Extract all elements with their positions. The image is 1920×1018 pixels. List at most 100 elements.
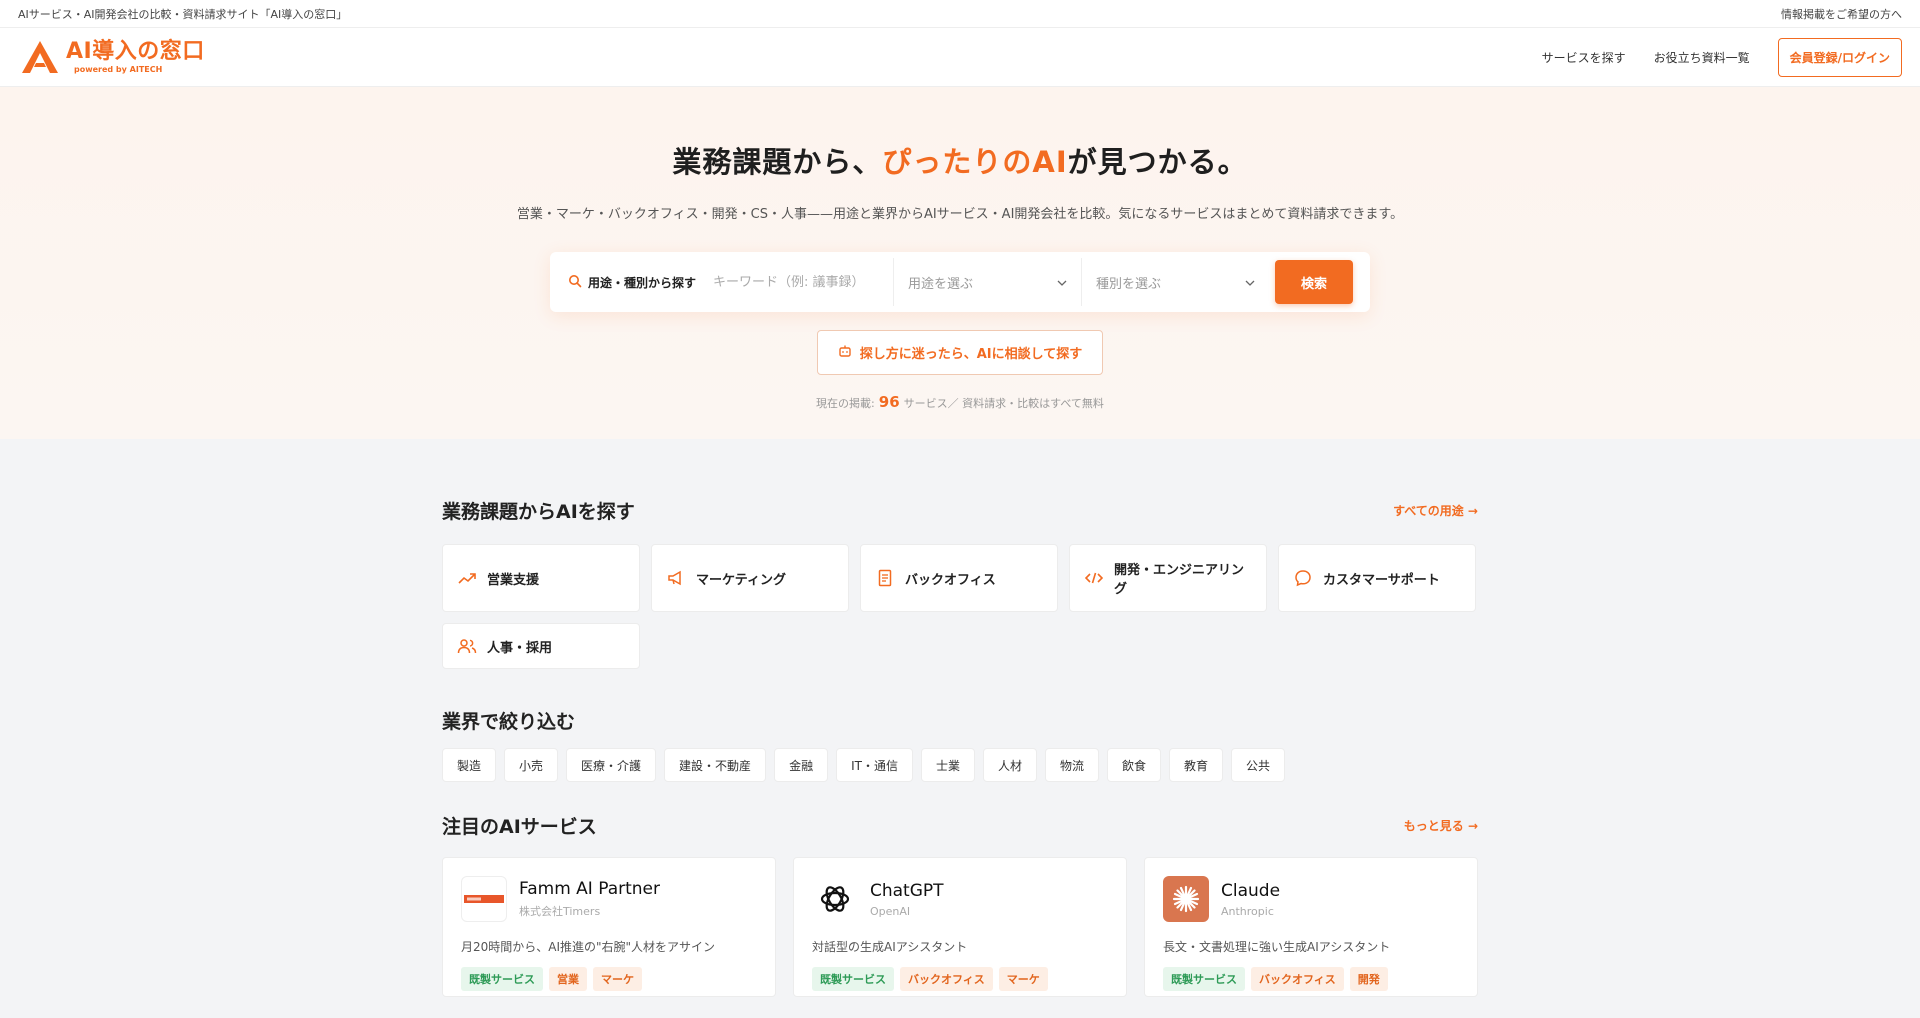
service-company: Anthropic xyxy=(1221,904,1274,918)
purpose-hr[interactable]: 人事・採用 xyxy=(442,623,640,669)
service-tags: 既製サービス バックオフィス 開発 xyxy=(1163,967,1459,991)
tag: 開発 xyxy=(1349,967,1388,991)
megaphone-icon xyxy=(666,568,686,588)
service-card-claude[interactable]: Claude Anthropic 長文・文書処理に強い生成AIアシスタント 既製… xyxy=(1144,857,1478,997)
industry-chip[interactable]: IT・通信 xyxy=(836,748,913,782)
tag: 既製サービス xyxy=(461,967,543,991)
service-tags: 既製サービス 営業 マーケ xyxy=(461,967,757,991)
main-nav: サービスを探す お役立ち資料一覧 会員登録/ログイン xyxy=(1542,37,1902,77)
claude-logo-icon xyxy=(1163,876,1209,922)
hero-title-post: が見つかる。 xyxy=(1067,145,1248,179)
stats-suffix: サービス／ 資料請求・比較はすべて無料 xyxy=(903,397,1104,410)
industry-chip[interactable]: 製造 xyxy=(442,748,497,782)
purpose-sales[interactable]: 営業支援 xyxy=(442,544,640,612)
tag: マーケ xyxy=(998,967,1048,991)
service-description: 対話型の生成AIアシスタント xyxy=(812,940,968,954)
openai-logo-icon xyxy=(812,876,858,922)
famm-logo-icon xyxy=(461,876,507,922)
tag: バックオフィス xyxy=(900,967,993,991)
service-card-famm[interactable]: Famm AI Partner 株式会社Timers 月20時間から、AI推進の… xyxy=(442,857,776,997)
tag: 営業 xyxy=(549,967,587,991)
featured-cards: Famm AI Partner 株式会社Timers 月20時間から、AI推進の… xyxy=(442,857,1478,997)
service-name: Famm AI Partner xyxy=(519,879,660,899)
industry-chip[interactable]: 金融 xyxy=(774,748,829,782)
industry-section-title: 業界で絞り込む xyxy=(442,711,576,733)
search-icon xyxy=(568,274,582,291)
service-description: 月20時間から、AI推進の"右腕"人材をアサイン xyxy=(461,940,716,954)
site-header: AI導入の窓口 powered by AITECH サービスを探す お役立ち資料… xyxy=(0,28,1920,87)
keyword-input[interactable] xyxy=(713,274,893,290)
industry-chip[interactable]: 医療・介護 xyxy=(566,748,657,782)
code-icon xyxy=(1084,568,1104,588)
purpose-select[interactable]: 用途を選ぶ xyxy=(893,258,1081,306)
purpose-section-title: 業務課題からAIを探す xyxy=(442,501,635,523)
industry-chip[interactable]: 教育 xyxy=(1169,748,1224,782)
industry-chip[interactable]: 公共 xyxy=(1231,748,1286,782)
nav-find-services[interactable]: サービスを探す xyxy=(1542,49,1626,66)
tag: 既製サービス xyxy=(812,967,894,991)
chat-icon xyxy=(1293,568,1313,588)
hero-title: 業務課題から、ぴったりのAIが見つかる。 xyxy=(672,139,1247,181)
stats-prefix: 現在の掲載: xyxy=(816,397,875,410)
type-select[interactable]: 種別を選ぶ xyxy=(1081,258,1269,306)
tag: マーケ xyxy=(593,967,642,991)
purpose-backoffice[interactable]: バックオフィス xyxy=(860,544,1058,612)
service-company: OpenAI xyxy=(870,904,911,918)
document-icon xyxy=(875,568,895,588)
search-label-text: 用途・種別から探す xyxy=(588,275,697,290)
stats-count: 96 xyxy=(878,393,900,411)
industry-chip[interactable]: 士業 xyxy=(920,748,975,782)
see-more-link[interactable]: もっと見る → xyxy=(1404,817,1478,834)
logo-a-icon xyxy=(20,39,60,75)
industry-filter-list: 製造 小売 医療・介護 建設・不動産 金融 IT・通信 士業 人材 物流 飲食 … xyxy=(442,748,1478,782)
service-description: 長文・文書処理に強い生成AIアシスタント xyxy=(1163,940,1391,954)
robot-icon xyxy=(838,344,852,362)
site-logo[interactable]: AI導入の窓口 powered by AITECH xyxy=(20,39,205,75)
purpose-grid: 営業支援 マーケティング バックオフィス 開発・エンジニアリング カスタマーサポ… xyxy=(442,544,1478,669)
industry-chip[interactable]: 建設・不動産 xyxy=(664,748,767,782)
chevron-down-icon xyxy=(1245,275,1255,290)
service-name: ChatGPT xyxy=(870,880,944,901)
service-tags: 既製サービス バックオフィス マーケ xyxy=(812,967,1108,991)
type-select-value: 種別を選ぶ xyxy=(1096,276,1162,292)
search-button[interactable]: 検索 xyxy=(1275,260,1353,304)
purpose-section-header: 業務課題からAIを探す すべての用途 → xyxy=(442,497,1478,524)
all-purposes-link[interactable]: すべての用途 → xyxy=(1393,502,1478,519)
hero-subtitle: 営業・マーケ・バックオフィス・開発・CS・人事——用途と業界からAIサービス・A… xyxy=(516,207,1404,222)
search-panel: 用途・種別から探す 用途を選ぶ 種別を選ぶ 検索 xyxy=(550,252,1370,312)
purpose-label: バックオフィス xyxy=(905,572,996,588)
listing-inquiry-link[interactable]: 情報掲載をご希望の方へ xyxy=(1781,6,1902,22)
service-company: 株式会社Timers xyxy=(519,905,601,918)
tag: 既製サービス xyxy=(1163,967,1245,991)
purpose-marketing[interactable]: マーケティング xyxy=(651,544,849,612)
hero-section: 業務課題から、ぴったりのAIが見つかる。 営業・マーケ・バックオフィス・開発・C… xyxy=(0,87,1920,439)
trend-up-icon xyxy=(457,568,477,588)
nav-resources[interactable]: お役立ち資料一覧 xyxy=(1654,49,1750,66)
purpose-select-value: 用途を選ぶ xyxy=(908,276,974,292)
main-content: 業務課題からAIを探す すべての用途 → 営業支援 マーケティング バックオフィ… xyxy=(442,439,1478,997)
service-name: Claude xyxy=(1221,880,1281,901)
ai-consult-button[interactable]: 探し方に迷ったら、AIに相談して探す xyxy=(816,330,1104,375)
logo-text: AI導入の窓口 xyxy=(66,38,205,64)
featured-section-title: 注目のAIサービス xyxy=(442,816,597,838)
hero-title-accent: ぴったりのAI xyxy=(882,145,1068,179)
hero-title-pre: 業務課題から、 xyxy=(672,145,883,179)
users-icon xyxy=(457,636,477,656)
industry-chip[interactable]: 人材 xyxy=(982,748,1037,782)
login-button[interactable]: 会員登録/ログイン xyxy=(1777,37,1902,77)
purpose-customer-support[interactable]: カスタマーサポート xyxy=(1278,544,1476,612)
purpose-label: 開発・エンジニアリング xyxy=(1114,563,1245,597)
industry-chip[interactable]: 物流 xyxy=(1044,748,1099,782)
site-tagline: AIサービス・AI開発会社の比較・資料請求サイト「AI導入の窓口」 xyxy=(18,7,348,21)
featured-section-header: 注目のAIサービス もっと見る → xyxy=(442,812,1478,839)
industry-chip[interactable]: 小売 xyxy=(504,748,559,782)
service-card-chatgpt[interactable]: ChatGPT OpenAI 対話型の生成AIアシスタント 既製サービス バック… xyxy=(793,857,1127,997)
top-announcement-bar: AIサービス・AI開発会社の比較・資料請求サイト「AI導入の窓口」 情報掲載をご… xyxy=(0,0,1920,28)
listing-stats: 現在の掲載: 96 サービス／ 資料請求・比較はすべて無料 xyxy=(816,393,1104,411)
purpose-label: カスタマーサポート xyxy=(1323,572,1440,588)
logo-subtext: powered by AITECH xyxy=(74,64,163,74)
chevron-down-icon xyxy=(1057,275,1067,290)
industry-chip[interactable]: 飲食 xyxy=(1107,748,1162,782)
purpose-label: 営業支援 xyxy=(487,572,540,588)
purpose-engineering[interactable]: 開発・エンジニアリング xyxy=(1069,544,1267,612)
